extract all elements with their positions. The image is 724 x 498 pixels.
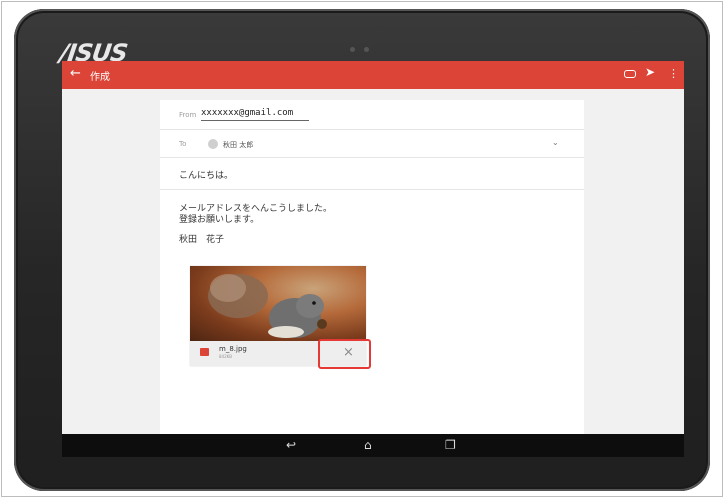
recipient-chip[interactable]: 秋田 太郎 (223, 140, 253, 150)
android-nav-bar: ↩ ⌂ ❐ (62, 434, 684, 457)
back-arrow-icon[interactable]: ← (70, 66, 81, 81)
app-title: 作成 (90, 72, 110, 83)
app-bar: ← 作成 ➤ ⋮ (62, 61, 684, 89)
nav-recents-icon[interactable]: ❐ (445, 438, 456, 452)
nav-back-icon[interactable]: ↩ (286, 438, 296, 452)
attach-icon[interactable] (624, 70, 636, 78)
from-row: From xxxxxxx@gmail.com (160, 100, 584, 130)
chevron-down-icon[interactable]: ⌄ (552, 138, 559, 147)
tablet-screen: ← 作成 ➤ ⋮ From xxxxxxx@gmail.com To 秋田 太郎… (62, 61, 684, 457)
recipient-avatar (208, 139, 218, 149)
more-vert-icon[interactable]: ⋮ (668, 67, 679, 80)
subject-row: こんにちは。 (160, 157, 584, 190)
subject-field[interactable]: こんにちは。 (179, 168, 233, 181)
from-label: From (179, 111, 197, 119)
signature-line[interactable]: 秋田 花子 (179, 232, 224, 245)
remove-attachment-button[interactable]: × (343, 345, 354, 360)
squirrel-image (208, 274, 327, 338)
attachment-file-size: 842KB (219, 354, 233, 359)
attachment-file-name: m_8.jpg (219, 345, 247, 353)
attachment-thumbnail (190, 266, 366, 341)
from-field[interactable]: xxxxxxx@gmail.com (201, 108, 309, 121)
camera-dot (350, 47, 355, 52)
sensor-dot (364, 47, 369, 52)
body-line-2[interactable]: 登録お願いします。 (179, 212, 259, 225)
send-icon[interactable]: ➤ (645, 65, 655, 79)
to-label: To (179, 140, 187, 148)
nav-home-icon[interactable]: ⌂ (364, 438, 372, 452)
image-file-icon (200, 348, 209, 356)
